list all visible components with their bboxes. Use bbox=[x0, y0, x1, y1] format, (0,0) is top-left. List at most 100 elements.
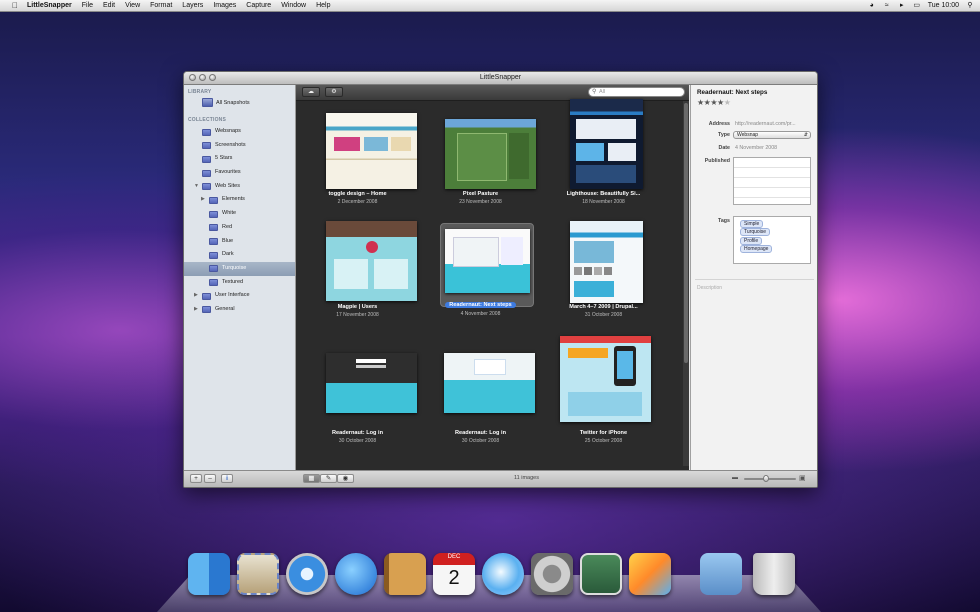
safari-dock-icon[interactable] bbox=[286, 553, 328, 595]
info-button[interactable]: i bbox=[221, 474, 233, 483]
snapshot-item-selected[interactable]: Readernaut: Next steps 4 November 2008 bbox=[419, 221, 542, 339]
sidebar-item-white[interactable]: White bbox=[184, 207, 295, 221]
menu-file[interactable]: File bbox=[77, 0, 98, 11]
grid-view-button[interactable]: ▦ bbox=[303, 474, 320, 483]
menu-layers[interactable]: Layers bbox=[177, 0, 208, 11]
time-machine-icon[interactable]: ◕ bbox=[868, 2, 876, 9]
minimize-window-icon[interactable] bbox=[199, 74, 206, 81]
menu-clock[interactable]: Tue 10:00 bbox=[928, 2, 959, 9]
snapshot-thumbnail[interactable] bbox=[444, 353, 535, 413]
disclosure-open-icon[interactable]: ▼ bbox=[194, 180, 199, 194]
thumbnail-size-slider[interactable] bbox=[744, 475, 796, 482]
address-value[interactable]: http://readernaut.com/pr... bbox=[735, 121, 796, 127]
menu-app-name[interactable]: LittleSnapper bbox=[22, 0, 77, 11]
snapshot-thumbnail[interactable] bbox=[326, 221, 417, 301]
sidebar-item-web-sites[interactable]: ▼ Web Sites bbox=[184, 180, 295, 194]
menu-help[interactable]: Help bbox=[311, 0, 335, 11]
system-preferences-dock-icon[interactable] bbox=[531, 553, 573, 595]
window-titlebar[interactable]: LittleSnapper bbox=[184, 72, 817, 85]
sidebar-item-favourites[interactable]: Favourites bbox=[184, 166, 295, 180]
disclosure-closed-icon[interactable]: ▶ bbox=[194, 289, 198, 303]
menu-view[interactable]: View bbox=[120, 0, 145, 11]
sidebar-item-all-snapshots[interactable]: All Snapshots bbox=[184, 95, 295, 111]
edit-view-button[interactable]: ✎ bbox=[320, 474, 337, 483]
sidebar-item-turquoise[interactable]: Turquoise bbox=[184, 261, 295, 276]
menu-format[interactable]: Format bbox=[145, 0, 177, 11]
snapshot-thumbnail[interactable] bbox=[326, 113, 417, 189]
description-field[interactable]: Description bbox=[697, 285, 722, 291]
snapshot-thumbnail[interactable] bbox=[560, 336, 651, 422]
snapshot-thumbnail[interactable] bbox=[326, 353, 417, 413]
menu-images[interactable]: Images bbox=[208, 0, 241, 11]
published-field[interactable] bbox=[733, 157, 811, 205]
disclosure-closed-icon[interactable]: ▶ bbox=[201, 193, 205, 207]
trash-dock-icon[interactable] bbox=[753, 553, 795, 595]
snapshot-thumbnail[interactable] bbox=[445, 229, 530, 293]
add-collection-button[interactable]: + bbox=[190, 474, 202, 483]
snapshot-thumbnail[interactable] bbox=[445, 119, 536, 189]
tag-token[interactable]: Profile bbox=[740, 236, 763, 245]
slider-knob[interactable] bbox=[763, 475, 769, 482]
snapshot-item[interactable]: Twitter for iPhone 25 October 2008 bbox=[542, 336, 665, 459]
star-icon[interactable]: ★ bbox=[717, 98, 724, 107]
browser-scrollbar[interactable] bbox=[683, 101, 689, 466]
star-empty-icon[interactable]: ★ bbox=[724, 98, 731, 107]
ical-dock-icon[interactable]: DEC 2 bbox=[433, 553, 475, 595]
sidebar-item-red[interactable]: Red bbox=[184, 221, 295, 235]
wifi-icon[interactable]: ≈ bbox=[883, 2, 891, 9]
sidebar-item-textured[interactable]: Textured bbox=[184, 276, 295, 290]
cloud-upload-button[interactable]: ☁ bbox=[302, 87, 320, 97]
sidebar-item-5-stars[interactable]: 5 Stars bbox=[184, 152, 295, 166]
address-book-dock-icon[interactable] bbox=[384, 553, 426, 595]
sidebar-item-elements[interactable]: ▶ Elements bbox=[184, 193, 295, 207]
sidebar-item-screenshots[interactable]: Screenshots bbox=[184, 139, 295, 153]
menu-edit[interactable]: Edit bbox=[98, 0, 120, 11]
ichat-dock-icon[interactable] bbox=[335, 553, 377, 595]
snapshot-item[interactable]: Magpie | Users 17 November 2008 bbox=[296, 221, 419, 339]
snapshot-item[interactable]: March 4–7 2009 | Drupal... 31 October 20… bbox=[542, 221, 665, 339]
tag-token[interactable]: Homepage bbox=[740, 245, 773, 253]
tags-field[interactable]: Simple Turquoise Profile Homepage bbox=[733, 216, 811, 264]
tag-token[interactable]: Simple bbox=[740, 219, 764, 228]
sidebar-item-blue[interactable]: Blue bbox=[184, 235, 295, 249]
itunes-dock-icon[interactable] bbox=[482, 553, 524, 595]
type-popup[interactable]: Websnap ⇵ bbox=[733, 131, 811, 139]
volume-icon[interactable]: ▸ bbox=[898, 2, 906, 9]
sidebar-item-websnaps[interactable]: Websnaps bbox=[184, 125, 295, 139]
apple-menu-icon[interactable]:  bbox=[8, 1, 22, 10]
snapshot-item[interactable]: Readernaut: Log in 30 October 2008 bbox=[419, 341, 542, 459]
menu-capture[interactable]: Capture bbox=[241, 0, 276, 11]
littlesnapper-dock-icon[interactable] bbox=[629, 553, 671, 595]
smart-collection-icon bbox=[202, 155, 211, 163]
snapshot-item[interactable]: Pixel Pasture 23 November 2008 bbox=[419, 101, 542, 219]
remove-collection-button[interactable]: – bbox=[204, 474, 216, 483]
search-field[interactable]: ⚲ All bbox=[588, 87, 685, 97]
snapshot-thumbnail[interactable] bbox=[570, 99, 643, 189]
snapshot-thumbnail[interactable] bbox=[570, 221, 643, 303]
sidebar-item-general[interactable]: ▶ General bbox=[184, 303, 295, 317]
action-menu-button[interactable]: ⚙ bbox=[325, 87, 343, 97]
mail-dock-icon[interactable] bbox=[237, 553, 279, 595]
close-window-icon[interactable] bbox=[189, 74, 196, 81]
iphoto-dock-icon[interactable] bbox=[580, 553, 622, 595]
applications-folder-dock-icon[interactable] bbox=[700, 553, 742, 595]
battery-icon[interactable]: ▭ bbox=[913, 2, 921, 9]
scrollbar-knob[interactable] bbox=[684, 103, 688, 363]
star-rating[interactable]: ★★★★★ bbox=[697, 98, 731, 107]
tag-token[interactable]: Turquoise bbox=[740, 228, 771, 236]
sidebar-item-user-interface[interactable]: ▶ User Interface bbox=[184, 289, 295, 303]
snapshot-item[interactable]: Lighthouse: Beautifully Si... 18 Novembe… bbox=[542, 99, 665, 219]
sidebar-item-dark[interactable]: Dark bbox=[184, 248, 295, 262]
snapshot-item[interactable]: toggle design – Home 2 December 2008 bbox=[296, 101, 419, 219]
snapshot-title: Readernaut: Log in bbox=[455, 430, 506, 436]
star-icon[interactable]: ★ bbox=[710, 98, 717, 107]
zoom-window-icon[interactable] bbox=[209, 74, 216, 81]
detail-view-button[interactable]: ◉ bbox=[337, 474, 354, 483]
finder-dock-icon[interactable] bbox=[188, 553, 230, 595]
collection-folder-icon bbox=[202, 128, 211, 136]
spotlight-search-icon[interactable]: ⚲ bbox=[966, 2, 974, 9]
snapshot-item[interactable]: Readernaut: Log in 30 October 2008 bbox=[296, 341, 419, 459]
star-icon[interactable]: ★ bbox=[697, 98, 704, 107]
menu-window[interactable]: Window bbox=[276, 0, 311, 11]
disclosure-closed-icon[interactable]: ▶ bbox=[194, 303, 198, 317]
